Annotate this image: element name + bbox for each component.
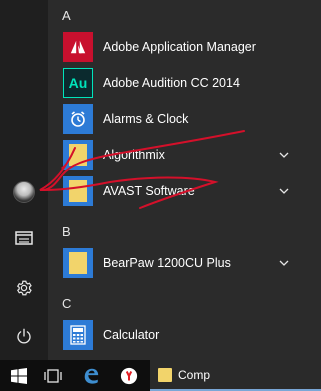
yandex-browser-button[interactable] — [112, 360, 146, 391]
user-avatar[interactable] — [0, 170, 48, 214]
audition-icon: Au — [63, 68, 93, 98]
app-item-algorithmix[interactable]: Algorithmix — [48, 138, 321, 174]
app-item-adobe-audition[interactable]: Au Adobe Audition CC 2014 — [48, 66, 321, 102]
app-label: Adobe Audition CC 2014 — [103, 76, 240, 90]
folder-icon — [63, 248, 93, 278]
app-item-adobe-application-manager[interactable]: Adobe Application Manager — [48, 30, 321, 66]
app-item-calculator[interactable]: Calculator — [48, 318, 321, 354]
task-view-icon — [44, 368, 62, 383]
taskbar-explorer-label: Comp — [178, 367, 211, 382]
calculator-icon — [63, 320, 93, 350]
edge-icon — [84, 368, 99, 384]
app-item-alarms-clock[interactable]: Alarms & Clock — [48, 102, 321, 138]
app-list: A Adobe Application Manager Au Adobe Aud… — [48, 0, 321, 360]
taskbar-explorer-window[interactable]: Comp — [150, 360, 321, 391]
settings-button[interactable] — [0, 266, 48, 310]
folder-icon — [63, 176, 93, 206]
power-icon — [17, 328, 31, 344]
section-letter-a[interactable]: A — [62, 8, 71, 23]
alarm-clock-icon — [63, 104, 93, 134]
taskbar: Comp — [0, 360, 321, 391]
app-item-bearpaw[interactable]: BearPaw 1200CU Plus — [48, 246, 321, 282]
avatar — [13, 181, 35, 203]
chevron-down-icon[interactable] — [277, 148, 291, 162]
adobe-icon — [63, 32, 93, 62]
gear-icon — [16, 280, 32, 296]
app-label: Calculator — [103, 328, 160, 342]
app-label: AVAST Software — [103, 184, 195, 198]
folder-icon — [63, 140, 93, 170]
section-letter-b[interactable]: B — [62, 224, 71, 239]
chevron-down-icon[interactable] — [277, 256, 291, 270]
edge-button[interactable] — [74, 360, 108, 391]
power-button[interactable] — [0, 314, 48, 358]
file-explorer-button[interactable] — [0, 216, 48, 260]
task-view-button[interactable] — [36, 360, 70, 391]
app-label: BearPaw 1200CU Plus — [103, 256, 231, 270]
start-button[interactable] — [2, 360, 36, 391]
file-explorer-icon — [158, 367, 172, 382]
chevron-down-icon[interactable] — [277, 184, 291, 198]
audition-tile-text: Au — [68, 75, 88, 91]
app-label: Algorithmix — [103, 148, 165, 162]
file-explorer-icon — [15, 231, 33, 245]
app-item-avast-software[interactable]: AVAST Software — [48, 174, 321, 210]
app-label: Alarms & Clock — [103, 112, 189, 126]
start-rail — [0, 0, 48, 360]
section-letter-c[interactable]: C — [62, 296, 71, 311]
yandex-icon — [120, 367, 138, 384]
app-label: Adobe Application Manager — [103, 40, 256, 54]
windows-logo-icon — [11, 367, 27, 384]
